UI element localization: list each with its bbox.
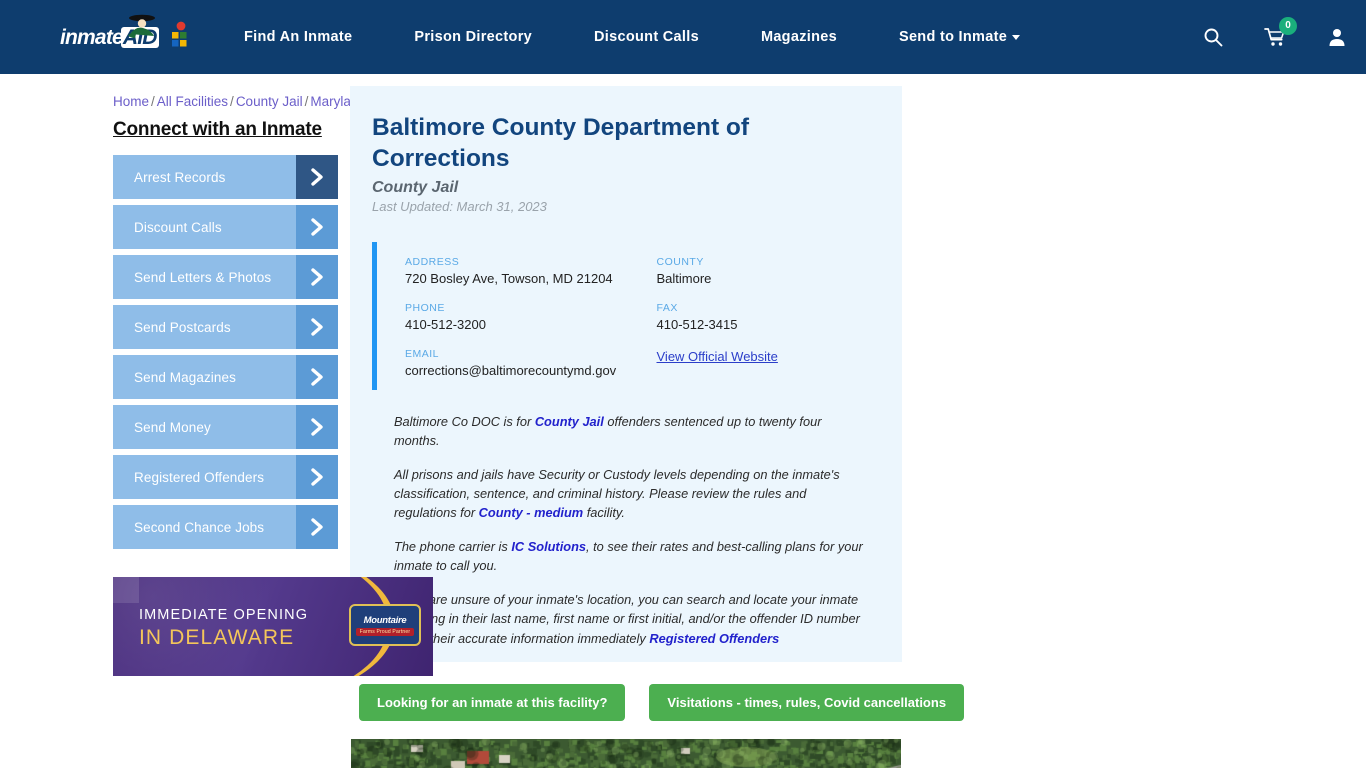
sidebar-item-label: Send Postcards bbox=[134, 319, 231, 335]
nav-item-discount-calls[interactable]: Discount Calls bbox=[594, 19, 699, 55]
fax-label: FAX bbox=[656, 301, 678, 314]
description-paragraph-1: Baltimore Co DOC is for County Jail offe… bbox=[394, 413, 822, 449]
site-logo[interactable]: inmateAID bbox=[60, 14, 188, 57]
sidebar-advertisement[interactable]: IMMEDIATE OPENING IN DELAWARE Mountaire … bbox=[113, 577, 433, 676]
top-navigation-bar: inmateAID Find An Inmate Prison Director… bbox=[0, 0, 1366, 74]
chevron-right-icon bbox=[296, 505, 338, 549]
breadcrumb-item-all-facilities[interactable]: All Facilities bbox=[157, 94, 228, 109]
ad-text-block: IMMEDIATE OPENING IN DELAWARE bbox=[139, 607, 308, 651]
address-label: ADDRESS bbox=[405, 255, 460, 268]
chevron-right-icon bbox=[296, 355, 338, 399]
description-paragraph-3: The phone carrier is IC Solutions, to se… bbox=[394, 538, 863, 574]
chevron-right-icon bbox=[296, 155, 338, 199]
address-field: ADDRESS 720 Bosley Ave, Towson, MD 21204 bbox=[405, 256, 639, 286]
contact-column-right: COUNTY Baltimore FAX 410-512-3415 View O… bbox=[639, 256, 873, 378]
email-field: EMAIL corrections@baltimorecountymd.gov bbox=[405, 348, 639, 378]
sidebar-item-label: Send Letters & Photos bbox=[134, 269, 272, 285]
user-icon[interactable] bbox=[1326, 25, 1348, 49]
official-website-link[interactable]: View Official Website bbox=[657, 349, 778, 364]
facility-type: County Jail bbox=[372, 178, 459, 196]
facility-card: Baltimore County Department of Correctio… bbox=[350, 86, 902, 663]
ad-brand-logo: Mountaire Farms Proud Partner bbox=[349, 604, 421, 646]
cart-icon[interactable]: 0 bbox=[1264, 17, 1297, 49]
chevron-right-icon bbox=[296, 205, 338, 249]
ad-subheadline: IN DELAWARE bbox=[139, 625, 295, 649]
breadcrumb-item-home[interactable]: Home bbox=[113, 94, 149, 109]
chevron-right-icon bbox=[296, 455, 338, 499]
logo-man-icon bbox=[128, 14, 155, 38]
sidebar-item-discount-calls[interactable]: Discount Calls bbox=[113, 205, 338, 249]
address-value: 720 Bosley Ave, Towson, MD 21204 bbox=[405, 270, 613, 286]
visitation-info-button[interactable]: Visitations - times, rules, Covid cancel… bbox=[649, 684, 965, 722]
sidebar-item-send-letters-photos[interactable]: Send Letters & Photos bbox=[113, 255, 338, 299]
primary-nav: Find An Inmate Prison Directory Discount… bbox=[244, 19, 1174, 55]
description-paragraph-4: If you are unsure of your inmate's locat… bbox=[394, 591, 860, 646]
facility-description: Baltimore Co DOC is for County Jail offe… bbox=[372, 412, 872, 648]
sidebar-item-send-postcards[interactable]: Send Postcards bbox=[113, 305, 338, 349]
county-label: COUNTY bbox=[656, 255, 704, 268]
search-inmate-button[interactable]: Looking for an inmate at this facility? bbox=[359, 684, 626, 722]
chevron-right-icon bbox=[296, 405, 338, 449]
facility-satellite-map[interactable] bbox=[351, 739, 901, 768]
chevron-right-icon bbox=[296, 305, 338, 349]
ad-brand-name: Mountaire bbox=[363, 614, 407, 626]
logo-burst-icon bbox=[172, 21, 187, 47]
email-value: corrections@baltimorecountymd.gov bbox=[405, 362, 617, 378]
nav-item-prison-directory[interactable]: Prison Directory bbox=[414, 19, 532, 55]
link-registered-offenders[interactable]: Registered Offenders bbox=[649, 631, 779, 646]
sidebar-item-label: Second Chance Jobs bbox=[134, 519, 265, 535]
phone-field: PHONE 410-512-3200 bbox=[405, 302, 639, 332]
email-label: EMAIL bbox=[405, 347, 440, 360]
nav-item-magazines[interactable]: Magazines bbox=[761, 19, 837, 55]
map-image bbox=[351, 739, 901, 768]
sidebar-item-registered-offenders[interactable]: Registered Offenders bbox=[113, 455, 338, 499]
fax-field: FAX 410-512-3415 bbox=[657, 302, 873, 332]
sidebar-item-arrest-records[interactable]: Arrest Records bbox=[113, 155, 338, 199]
sidebar-item-send-magazines[interactable]: Send Magazines bbox=[113, 355, 338, 399]
sidebar-item-label: Send Money bbox=[134, 419, 211, 435]
breadcrumb-separator: / bbox=[151, 94, 155, 109]
chevron-right-icon bbox=[296, 255, 338, 299]
phone-value: 410-512-3200 bbox=[405, 316, 486, 332]
breadcrumb-item-county-jail[interactable]: County Jail bbox=[236, 94, 303, 109]
link-ic-solutions[interactable]: IC Solutions bbox=[511, 539, 586, 554]
left-sidebar: Home / All Facilities / County Jail / Maryland… bbox=[0, 86, 433, 768]
last-updated-text: Last Updated: March 31, 2023 bbox=[372, 198, 547, 214]
breadcrumb-separator: / bbox=[230, 94, 234, 109]
link-county-jail[interactable]: County Jail bbox=[535, 414, 604, 429]
link-county-medium[interactable]: County - medium bbox=[479, 505, 584, 520]
fax-value: 410-512-3415 bbox=[656, 316, 738, 332]
sidebar-item-second-chance-jobs[interactable]: Second Chance Jobs bbox=[113, 505, 338, 549]
ad-headline: IMMEDIATE OPENING bbox=[139, 607, 309, 623]
header-icon-group: 0 bbox=[1202, 17, 1348, 49]
website-field: View Official Website bbox=[657, 348, 873, 366]
page-title: Baltimore County Department of Correctio… bbox=[372, 114, 750, 173]
facility-contact-info: ADDRESS 720 Bosley Ave, Towson, MD 21204… bbox=[372, 241, 873, 390]
sidebar-heading: Connect with an Inmate bbox=[113, 119, 322, 140]
sidebar-menu: Arrest Records Discount Calls Send Lette… bbox=[113, 155, 338, 549]
contact-column-left: ADDRESS 720 Bosley Ave, Towson, MD 21204… bbox=[405, 256, 639, 378]
main-content: Baltimore County Department of Correctio… bbox=[338, 86, 1366, 768]
chevron-down-icon bbox=[1012, 34, 1021, 40]
county-value: Baltimore bbox=[656, 270, 712, 286]
phone-label: PHONE bbox=[405, 301, 445, 314]
description-paragraph-2: All prisons and jails have Security or C… bbox=[394, 466, 840, 521]
nav-item-send-to-inmate[interactable]: Send to Inmate bbox=[899, 19, 1021, 55]
breadcrumb: Home / All Facilities / County Jail / Maryland bbox=[113, 94, 366, 109]
ad-corner-accent bbox=[113, 577, 139, 603]
search-icon[interactable] bbox=[1202, 25, 1224, 49]
sidebar-item-label: Registered Offenders bbox=[134, 469, 265, 485]
cta-button-row: Looking for an inmate at this facility? … bbox=[350, 684, 1366, 722]
nav-item-find-an-inmate[interactable]: Find An Inmate bbox=[244, 19, 352, 55]
ad-brand-tagline: Farms Proud Partner bbox=[355, 627, 415, 636]
sidebar-item-label: Send Magazines bbox=[134, 369, 236, 385]
sidebar-item-label: Arrest Records bbox=[134, 169, 226, 185]
sidebar-item-send-money[interactable]: Send Money bbox=[113, 405, 338, 449]
sidebar-item-label: Discount Calls bbox=[134, 219, 222, 235]
county-field: COUNTY Baltimore bbox=[657, 256, 873, 286]
cart-count-badge: 0 bbox=[1279, 17, 1297, 35]
page-body: Home / All Facilities / County Jail / Maryland… bbox=[0, 74, 1366, 768]
